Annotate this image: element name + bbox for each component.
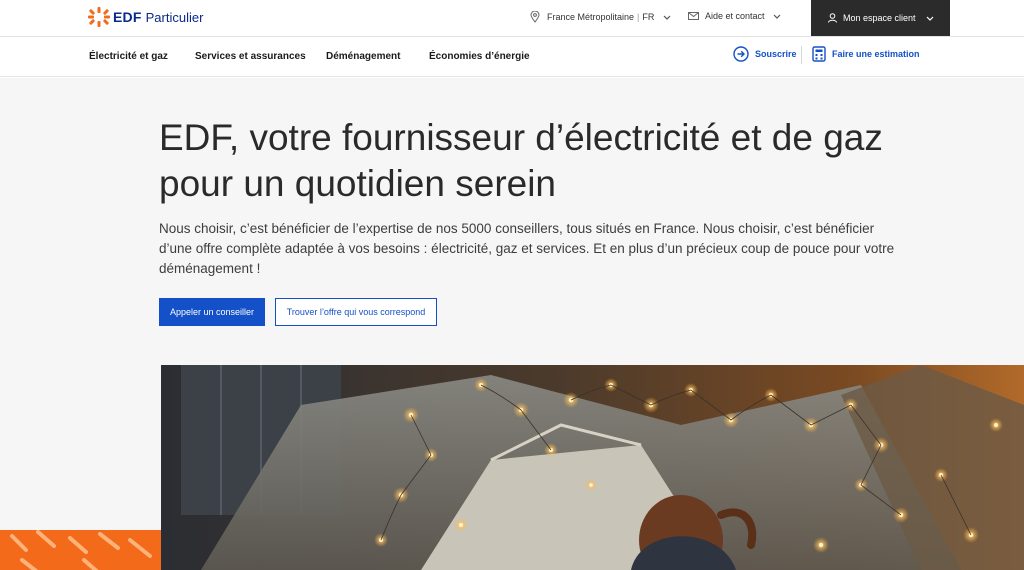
user-icon (828, 13, 837, 23)
find-offer-button[interactable]: Trouver l’offre qui vous correspond (275, 298, 437, 326)
arrow-circle-icon (733, 46, 749, 62)
calculator-icon (812, 46, 826, 62)
estimate-link[interactable]: Faire une estimation (812, 46, 920, 62)
orange-decoration (0, 530, 161, 570)
chevron-down-icon (663, 15, 671, 20)
client-space-button[interactable]: Mon espace client (811, 0, 950, 36)
nav-item-services-assurances[interactable]: Services et assurances (195, 51, 306, 62)
mail-icon (688, 12, 699, 20)
brand-edf: EDF (113, 9, 142, 25)
language-label: FR (642, 12, 655, 22)
subscribe-link[interactable]: Souscrire (733, 46, 797, 62)
edf-logo[interactable]: EDF Particulier (88, 7, 203, 27)
subscribe-label: Souscrire (755, 49, 797, 59)
edf-logo-icon (88, 7, 110, 27)
nav-item-economies-energie[interactable]: Économies d’énergie (429, 51, 530, 62)
help-label: Aide et contact (705, 11, 765, 21)
nav-divider (801, 46, 802, 64)
call-advisor-button[interactable]: Appeler un conseiller (159, 298, 265, 326)
main-nav: Électricité et gaz Services et assurance… (0, 37, 1024, 77)
brand-sub: Particulier (145, 9, 204, 25)
client-space-label: Mon espace client (843, 13, 916, 23)
chevron-down-icon (773, 14, 780, 19)
hero-lead: Nous choisir, c’est bénéficier de l’expe… (159, 221, 895, 276)
nav-item-demenagement[interactable]: Déménagement (326, 51, 400, 62)
chevron-down-icon (926, 16, 933, 21)
estimate-label: Faire une estimation (832, 49, 920, 59)
hero-title: EDF, votre fournisseur d’électricité et … (159, 117, 883, 204)
region-label: France Métropolitaine (547, 12, 635, 22)
hero-photo (161, 365, 1024, 570)
help-contact-menu[interactable]: Aide et contact (688, 11, 781, 21)
location-pin-icon (530, 11, 540, 23)
region-selector[interactable]: France Métropolitaine | FR (530, 11, 671, 23)
nav-item-electricite-gaz[interactable]: Électricité et gaz (89, 51, 168, 62)
top-bar: EDF Particulier France Métropolitaine | … (0, 0, 1024, 37)
